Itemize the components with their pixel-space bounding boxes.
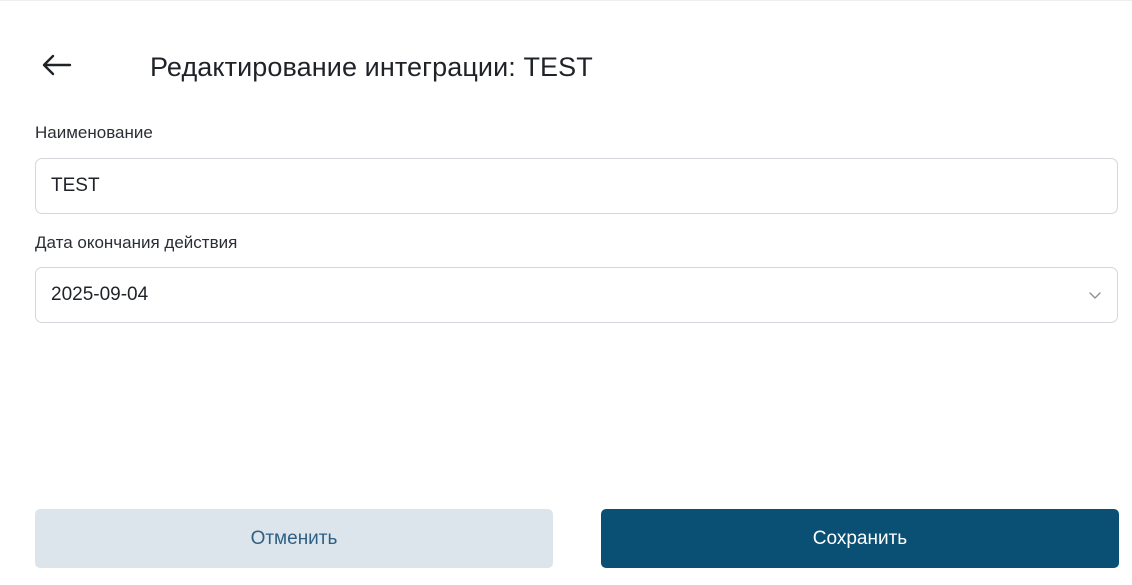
edit-integration-page: Редактирование интеграции: TEST Наименов…	[0, 0, 1132, 585]
cancel-button[interactable]: Отменить	[35, 509, 553, 568]
end-date-value: 2025-09-04	[51, 284, 149, 305]
name-field-label: Наименование	[35, 123, 153, 142]
back-button[interactable]	[40, 49, 76, 85]
date-field-label: Дата окончания действия	[35, 233, 238, 252]
page-title: Редактирование интеграции: TEST	[150, 51, 593, 82]
chevron-down-icon[interactable]	[1088, 288, 1102, 302]
name-input-value: TEST	[51, 175, 100, 196]
page-header: Редактирование интеграции: TEST	[40, 45, 593, 89]
cancel-button-label: Отменить	[250, 527, 338, 549]
save-button-label: Сохранить	[812, 527, 908, 549]
arrow-left-icon	[40, 53, 72, 82]
end-date-select[interactable]: 2025-09-04	[35, 267, 1118, 323]
save-button[interactable]: Сохранить	[601, 509, 1119, 568]
name-input[interactable]: TEST	[35, 158, 1118, 214]
